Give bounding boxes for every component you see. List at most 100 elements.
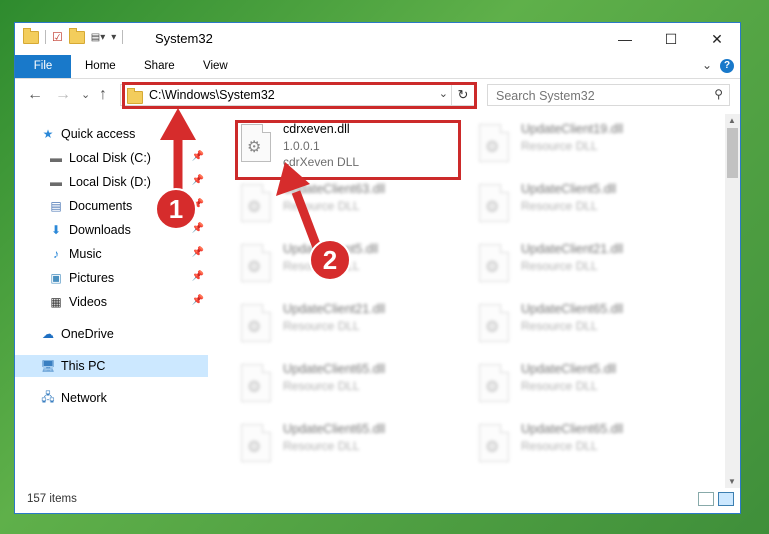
sidebar-item-documents[interactable]: ▤ Documents 📌 bbox=[15, 195, 208, 217]
sidebar-item-videos[interactable]: ▦ Videos 📌 bbox=[15, 291, 208, 313]
file-item[interactable]: ⚙ UpdateClient5.dll Resource DLL bbox=[235, 240, 455, 296]
close-button[interactable]: ✕ bbox=[694, 23, 740, 55]
tab-view[interactable]: View bbox=[203, 55, 228, 78]
file-item[interactable]: ⚙ UpdateClient5.dll Resource DLL bbox=[473, 360, 693, 416]
star-icon: ★ bbox=[42, 127, 54, 141]
details-view-button[interactable] bbox=[698, 492, 714, 506]
file-item[interactable]: ⚙ UpdateClient65.dll Resource DLL bbox=[473, 300, 693, 356]
sidebar-item-quick-access[interactable]: ★ Quick access bbox=[15, 123, 208, 145]
sidebar-item-network[interactable]: 🖧 Network bbox=[15, 387, 208, 409]
scroll-down-icon[interactable]: ▼ bbox=[728, 477, 736, 486]
dll-file-icon: ⚙ bbox=[479, 184, 509, 222]
file-item[interactable]: ⚙ UpdateClient21.dll Resource DLL bbox=[473, 240, 693, 296]
pictures-icon: ▣ bbox=[50, 271, 62, 285]
scroll-up-icon[interactable]: ▲ bbox=[728, 116, 736, 125]
file-name: UpdateClient5.dll bbox=[521, 182, 617, 196]
dll-file-icon: ⚙ bbox=[241, 364, 271, 402]
file-item[interactable]: ⚙ UpdateClient65.dll Resource DLL bbox=[473, 420, 693, 476]
gear-icon: ⚙ bbox=[247, 439, 262, 456]
scrollbar-thumb[interactable] bbox=[727, 128, 738, 178]
dll-file-icon: ⚙ bbox=[241, 124, 271, 162]
sidebar-item-downloads[interactable]: ⬇ Downloads 📌 bbox=[15, 219, 208, 241]
up-button[interactable]: ↑ bbox=[99, 86, 107, 104]
file-item[interactable]: ⚙ UpdateClient21.dll Resource DLL bbox=[235, 300, 455, 356]
file-description: cdrXeven DLL bbox=[283, 155, 360, 169]
expand-ribbon-icon[interactable]: ⌄ bbox=[702, 58, 712, 72]
tab-file[interactable]: File bbox=[15, 55, 71, 78]
dll-file-icon: ⚙ bbox=[241, 424, 271, 462]
address-path[interactable]: C:\Windows\System32 bbox=[149, 88, 275, 102]
pin-icon[interactable]: 📌 bbox=[192, 199, 204, 210]
sidebar-item-local-disk-d[interactable]: ▬ Local Disk (D:) 📌 bbox=[15, 171, 208, 193]
customize-dropdown-icon[interactable]: ▾ bbox=[111, 32, 116, 43]
maximize-button[interactable]: ☐ bbox=[648, 23, 694, 55]
gear-icon: ⚙ bbox=[247, 259, 262, 276]
new-folder-icon[interactable] bbox=[68, 27, 85, 44]
pin-icon[interactable]: 📌 bbox=[192, 247, 204, 258]
sidebar-item-label: Local Disk (C:) bbox=[69, 151, 151, 165]
back-button[interactable]: ← bbox=[27, 86, 43, 104]
file-name: UpdateClient65.dll bbox=[283, 362, 386, 376]
dll-file-icon: ⚙ bbox=[479, 424, 509, 462]
refresh-button[interactable]: ↻ bbox=[451, 85, 474, 105]
file-item[interactable]: ⚙ UpdateClient19.dll Resource DLL bbox=[473, 120, 693, 176]
sidebar-item-label: OneDrive bbox=[61, 327, 114, 341]
file-item[interactable]: ⚙ cdrxeven.dll 1.0.0.1 cdrXeven DLL bbox=[235, 120, 455, 176]
file-item[interactable]: ⚙ UpdateClient5.dll Resource DLL bbox=[473, 180, 693, 236]
file-detail: Resource DLL bbox=[521, 199, 598, 213]
address-bar[interactable]: C:\Windows\System32 ⌄ ↻ bbox=[120, 84, 475, 106]
customize-toolbar-icon[interactable]: ▤▾ bbox=[91, 32, 105, 43]
pin-icon[interactable]: 📌 bbox=[192, 223, 204, 234]
file-name: UpdateClient21.dll bbox=[283, 302, 386, 316]
file-name: UpdateClient65.dll bbox=[521, 302, 624, 316]
large-icons-view-button[interactable] bbox=[718, 492, 734, 506]
help-icon[interactable]: ? bbox=[720, 59, 734, 73]
download-icon: ⬇ bbox=[50, 223, 62, 237]
sidebar-item-label: Quick access bbox=[61, 127, 136, 141]
quick-access-toolbar: ☑ ▤▾ ▾ bbox=[23, 27, 124, 44]
sidebar-item-label: Music bbox=[69, 247, 102, 261]
ribbon: File Home Share View ⌄ ? bbox=[15, 55, 740, 79]
properties-icon[interactable]: ☑ bbox=[52, 30, 63, 44]
gear-icon: ⚙ bbox=[485, 259, 500, 276]
pin-icon[interactable]: 📌 bbox=[192, 175, 204, 186]
sidebar-item-local-disk-c[interactable]: ▬ Local Disk (C:) 📌 bbox=[15, 147, 208, 169]
dll-file-icon: ⚙ bbox=[241, 304, 271, 342]
search-box[interactable]: ⚲ bbox=[487, 84, 730, 106]
sidebar-item-music[interactable]: ♪ Music 📌 bbox=[15, 243, 208, 265]
sidebar-item-label: Documents bbox=[69, 199, 133, 213]
file-item[interactable]: ⚙ UpdateClient63.dll Resource DLL bbox=[235, 180, 455, 236]
dll-file-icon: ⚙ bbox=[241, 244, 271, 282]
gear-icon: ⚙ bbox=[485, 199, 500, 216]
forward-button[interactable]: → bbox=[55, 86, 71, 104]
sidebar-item-this-pc[interactable]: 🖥 This PC bbox=[15, 355, 208, 377]
search-input[interactable] bbox=[494, 88, 698, 104]
dll-file-icon: ⚙ bbox=[479, 304, 509, 342]
file-item[interactable]: ⚙ UpdateClient65.dll Resource DLL bbox=[235, 360, 455, 416]
file-item[interactable]: ⚙ UpdateClient65.dll Resource DLL bbox=[235, 420, 455, 476]
file-list: ⚙ cdrxeven.dll 1.0.0.1 cdrXeven DLL ⚙ UpdateC… bbox=[211, 114, 727, 488]
status-bar: 157 items bbox=[15, 487, 740, 513]
recent-locations-button[interactable]: ⌄ bbox=[81, 88, 90, 101]
sidebar-item-onedrive[interactable]: ☁ OneDrive bbox=[15, 323, 208, 345]
video-icon: ▦ bbox=[50, 295, 62, 309]
pin-icon[interactable]: 📌 bbox=[192, 271, 204, 282]
sidebar-item-pictures[interactable]: ▣ Pictures 📌 bbox=[15, 267, 208, 289]
tab-home[interactable]: Home bbox=[85, 55, 116, 78]
file-name: UpdateClient21.dll bbox=[521, 242, 624, 256]
gear-icon: ⚙ bbox=[485, 319, 500, 336]
search-icon[interactable]: ⚲ bbox=[714, 87, 723, 101]
file-detail: Resource DLL bbox=[521, 439, 598, 453]
file-name: UpdateClient63.dll bbox=[283, 182, 386, 196]
document-icon: ▤ bbox=[50, 199, 62, 213]
tab-share[interactable]: Share bbox=[144, 55, 175, 78]
address-dropdown-icon[interactable]: ⌄ bbox=[439, 87, 448, 100]
minimize-button[interactable]: — bbox=[602, 23, 648, 55]
vertical-scrollbar[interactable]: ▲ ▼ bbox=[725, 114, 740, 488]
dll-file-icon: ⚙ bbox=[479, 244, 509, 282]
sidebar-item-label: Network bbox=[61, 391, 107, 405]
pin-icon[interactable]: 📌 bbox=[192, 151, 204, 162]
pin-icon[interactable]: 📌 bbox=[192, 295, 204, 306]
item-count: 157 items bbox=[27, 493, 77, 505]
gear-icon: ⚙ bbox=[247, 379, 262, 396]
